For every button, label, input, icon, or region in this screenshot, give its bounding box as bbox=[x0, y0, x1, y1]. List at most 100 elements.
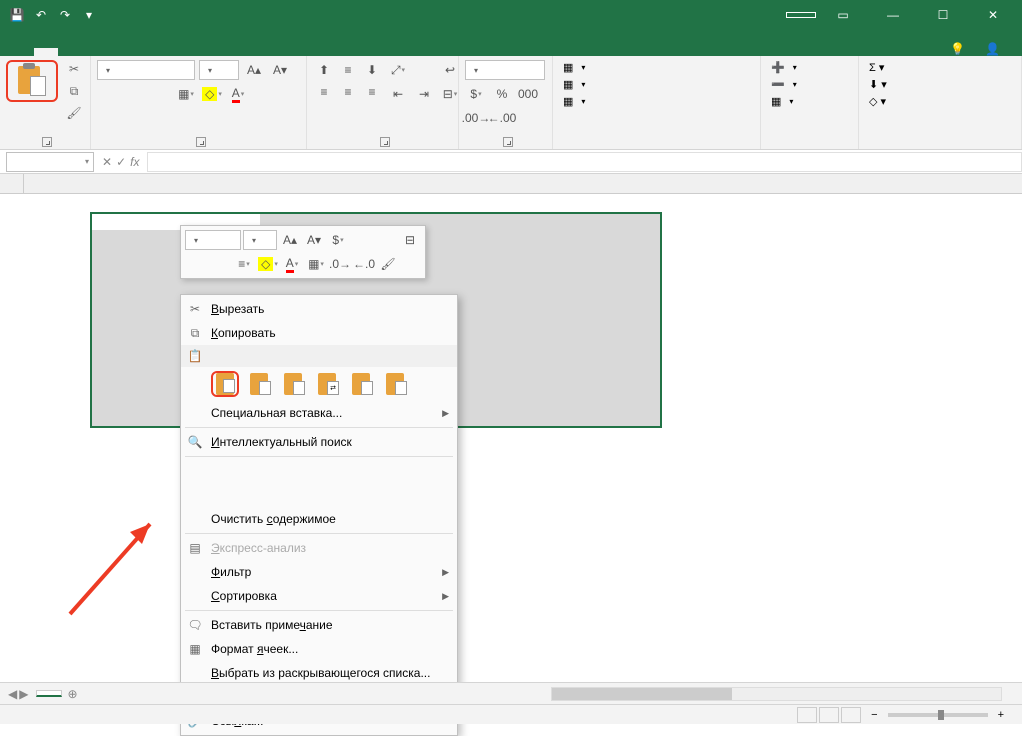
zoom-out-icon[interactable]: − bbox=[871, 709, 877, 721]
mini-bold-button[interactable] bbox=[185, 254, 207, 274]
ctx-smart-lookup[interactable]: 🔍Интеллектуальный поиск bbox=[181, 430, 457, 454]
mini-decrease-decimal-icon[interactable]: ←.0 bbox=[353, 254, 375, 274]
mini-borders-icon[interactable]: ▦ bbox=[305, 254, 327, 274]
maximize-icon[interactable]: ☐ bbox=[920, 0, 966, 30]
tab-page-layout[interactable] bbox=[86, 48, 110, 56]
tab-formulas[interactable] bbox=[112, 48, 136, 56]
number-format-combo[interactable]: ▾ bbox=[465, 60, 545, 80]
ctx-copy[interactable]: ⧉Копировать bbox=[181, 321, 457, 345]
insert-cells-button[interactable]: ➕▾ bbox=[767, 60, 801, 75]
cell-styles-button[interactable]: ▦▾ bbox=[559, 94, 589, 109]
copy-icon[interactable]: ⧉ bbox=[64, 82, 84, 100]
tab-insert[interactable] bbox=[60, 48, 84, 56]
clear-icon[interactable]: ◇ ▾ bbox=[865, 94, 891, 109]
align-right-icon[interactable]: ≡ bbox=[361, 82, 383, 102]
ctx-sort[interactable]: Сортировка▶ bbox=[181, 584, 457, 608]
minimize-icon[interactable]: — bbox=[870, 0, 916, 30]
orientation-icon[interactable]: ⤢ bbox=[387, 60, 409, 80]
mini-format-painter-icon[interactable]: 🖌 bbox=[377, 254, 399, 274]
share-icon[interactable]: 👤 bbox=[985, 42, 1000, 56]
enter-formula-icon[interactable]: ✓ bbox=[116, 155, 126, 169]
lightbulb-icon[interactable]: 💡 bbox=[950, 42, 965, 56]
sheet-next-icon[interactable]: ▶ bbox=[19, 687, 28, 701]
number-launcher[interactable] bbox=[503, 137, 513, 147]
format-cells-button[interactable]: ▦▾ bbox=[767, 94, 801, 109]
fx-icon[interactable]: fx bbox=[130, 155, 139, 169]
font-size-combo[interactable]: ▾ bbox=[199, 60, 239, 80]
sheet-prev-icon[interactable]: ◀ bbox=[8, 687, 17, 701]
autosum-icon[interactable]: Σ ▾ bbox=[865, 60, 891, 75]
zoom-slider[interactable] bbox=[888, 713, 988, 717]
accounting-icon[interactable]: $ bbox=[465, 84, 487, 104]
format-painter-icon[interactable]: 🖌 bbox=[64, 104, 84, 122]
undo-icon[interactable]: ↶ bbox=[30, 4, 52, 26]
view-normal-icon[interactable] bbox=[797, 707, 817, 723]
mini-font-color-icon[interactable]: A bbox=[281, 254, 303, 274]
merge-icon[interactable]: ⊟ bbox=[439, 84, 461, 104]
tab-review[interactable] bbox=[164, 48, 188, 56]
zoom-in-icon[interactable]: + bbox=[998, 709, 1004, 721]
font-name-combo[interactable]: ▾ bbox=[97, 60, 195, 80]
borders-icon[interactable]: ▦ bbox=[175, 84, 197, 104]
mini-merge-icon[interactable]: ⊟ bbox=[399, 230, 421, 250]
align-left-icon[interactable]: ≡ bbox=[313, 82, 335, 102]
wrap-text-icon[interactable]: ↩ bbox=[439, 60, 461, 80]
sheet-tab[interactable] bbox=[36, 690, 62, 697]
tab-file[interactable] bbox=[8, 48, 32, 56]
paste-option-transpose[interactable]: ⇄ bbox=[313, 371, 341, 397]
mini-comma-icon[interactable] bbox=[375, 230, 397, 250]
fill-icon[interactable]: ⬇ ▾ bbox=[865, 77, 891, 92]
mini-align-icon[interactable]: ≡ bbox=[233, 254, 255, 274]
ctx-delete[interactable] bbox=[181, 483, 457, 507]
formula-input[interactable] bbox=[147, 152, 1022, 172]
mini-increase-font-icon[interactable]: A▴ bbox=[279, 230, 301, 250]
mini-font-combo[interactable]: ▾ bbox=[185, 230, 241, 250]
mini-fill-color-icon[interactable]: ◇ bbox=[257, 254, 279, 274]
paste-option-formatting[interactable] bbox=[347, 371, 375, 397]
sign-in-button[interactable] bbox=[786, 12, 816, 18]
mini-percent-icon[interactable] bbox=[351, 230, 373, 250]
paste-option-formulas[interactable] bbox=[279, 371, 307, 397]
paste-button[interactable] bbox=[6, 60, 58, 102]
tab-developer[interactable] bbox=[216, 48, 240, 56]
increase-indent-icon[interactable]: ⇥ bbox=[413, 84, 435, 104]
percent-icon[interactable]: % bbox=[491, 84, 513, 104]
ctx-insert-comment[interactable]: 🗨Вставить примечание bbox=[181, 613, 457, 637]
add-sheet-icon[interactable]: ⊕ bbox=[62, 687, 82, 701]
decrease-font-icon[interactable]: A▾ bbox=[269, 60, 291, 80]
mini-increase-decimal-icon[interactable]: .0→ bbox=[329, 254, 351, 274]
view-page-break-icon[interactable] bbox=[841, 707, 861, 723]
ctx-format-cells[interactable]: ▦Формат ячеек... bbox=[181, 637, 457, 661]
cut-icon[interactable]: ✂ bbox=[64, 60, 84, 78]
align-middle-icon[interactable]: ≡ bbox=[337, 60, 359, 80]
tab-data[interactable] bbox=[138, 48, 162, 56]
increase-decimal-icon[interactable]: .00→ bbox=[465, 108, 487, 128]
font-launcher[interactable] bbox=[196, 137, 206, 147]
align-top-icon[interactable]: ⬆ bbox=[313, 60, 335, 80]
fill-color-icon[interactable]: ◇ bbox=[201, 84, 223, 104]
decrease-indent-icon[interactable]: ⇤ bbox=[387, 84, 409, 104]
underline-button[interactable] bbox=[149, 84, 171, 104]
ctx-clear[interactable]: Очистить содержимое bbox=[181, 507, 457, 531]
bold-button[interactable] bbox=[97, 84, 119, 104]
increase-font-icon[interactable]: A▴ bbox=[243, 60, 265, 80]
tab-help[interactable] bbox=[242, 48, 266, 56]
paste-option-values[interactable] bbox=[245, 371, 273, 397]
mini-size-combo[interactable]: ▾ bbox=[243, 230, 277, 250]
horizontal-scrollbar[interactable] bbox=[551, 687, 1002, 701]
clipboard-launcher[interactable] bbox=[42, 137, 52, 147]
format-as-table-button[interactable]: ▦▾ bbox=[559, 77, 589, 92]
alignment-launcher[interactable] bbox=[380, 137, 390, 147]
close-icon[interactable]: ✕ bbox=[970, 0, 1016, 30]
ctx-paste-special[interactable]: Специальная вставка...▶ bbox=[181, 401, 457, 425]
align-bottom-icon[interactable]: ⬇ bbox=[361, 60, 383, 80]
select-all-corner[interactable] bbox=[0, 174, 24, 194]
conditional-formatting-button[interactable]: ▦▾ bbox=[559, 60, 589, 75]
qat-more-icon[interactable]: ▾ bbox=[78, 4, 100, 26]
ribbon-options-icon[interactable]: ▭ bbox=[820, 0, 866, 30]
align-center-icon[interactable]: ≡ bbox=[337, 82, 359, 102]
paste-option-all[interactable] bbox=[211, 371, 239, 397]
mini-italic-button[interactable] bbox=[209, 254, 231, 274]
ctx-filter[interactable]: Фильтр▶ bbox=[181, 560, 457, 584]
delete-cells-button[interactable]: ➖▾ bbox=[767, 77, 801, 92]
